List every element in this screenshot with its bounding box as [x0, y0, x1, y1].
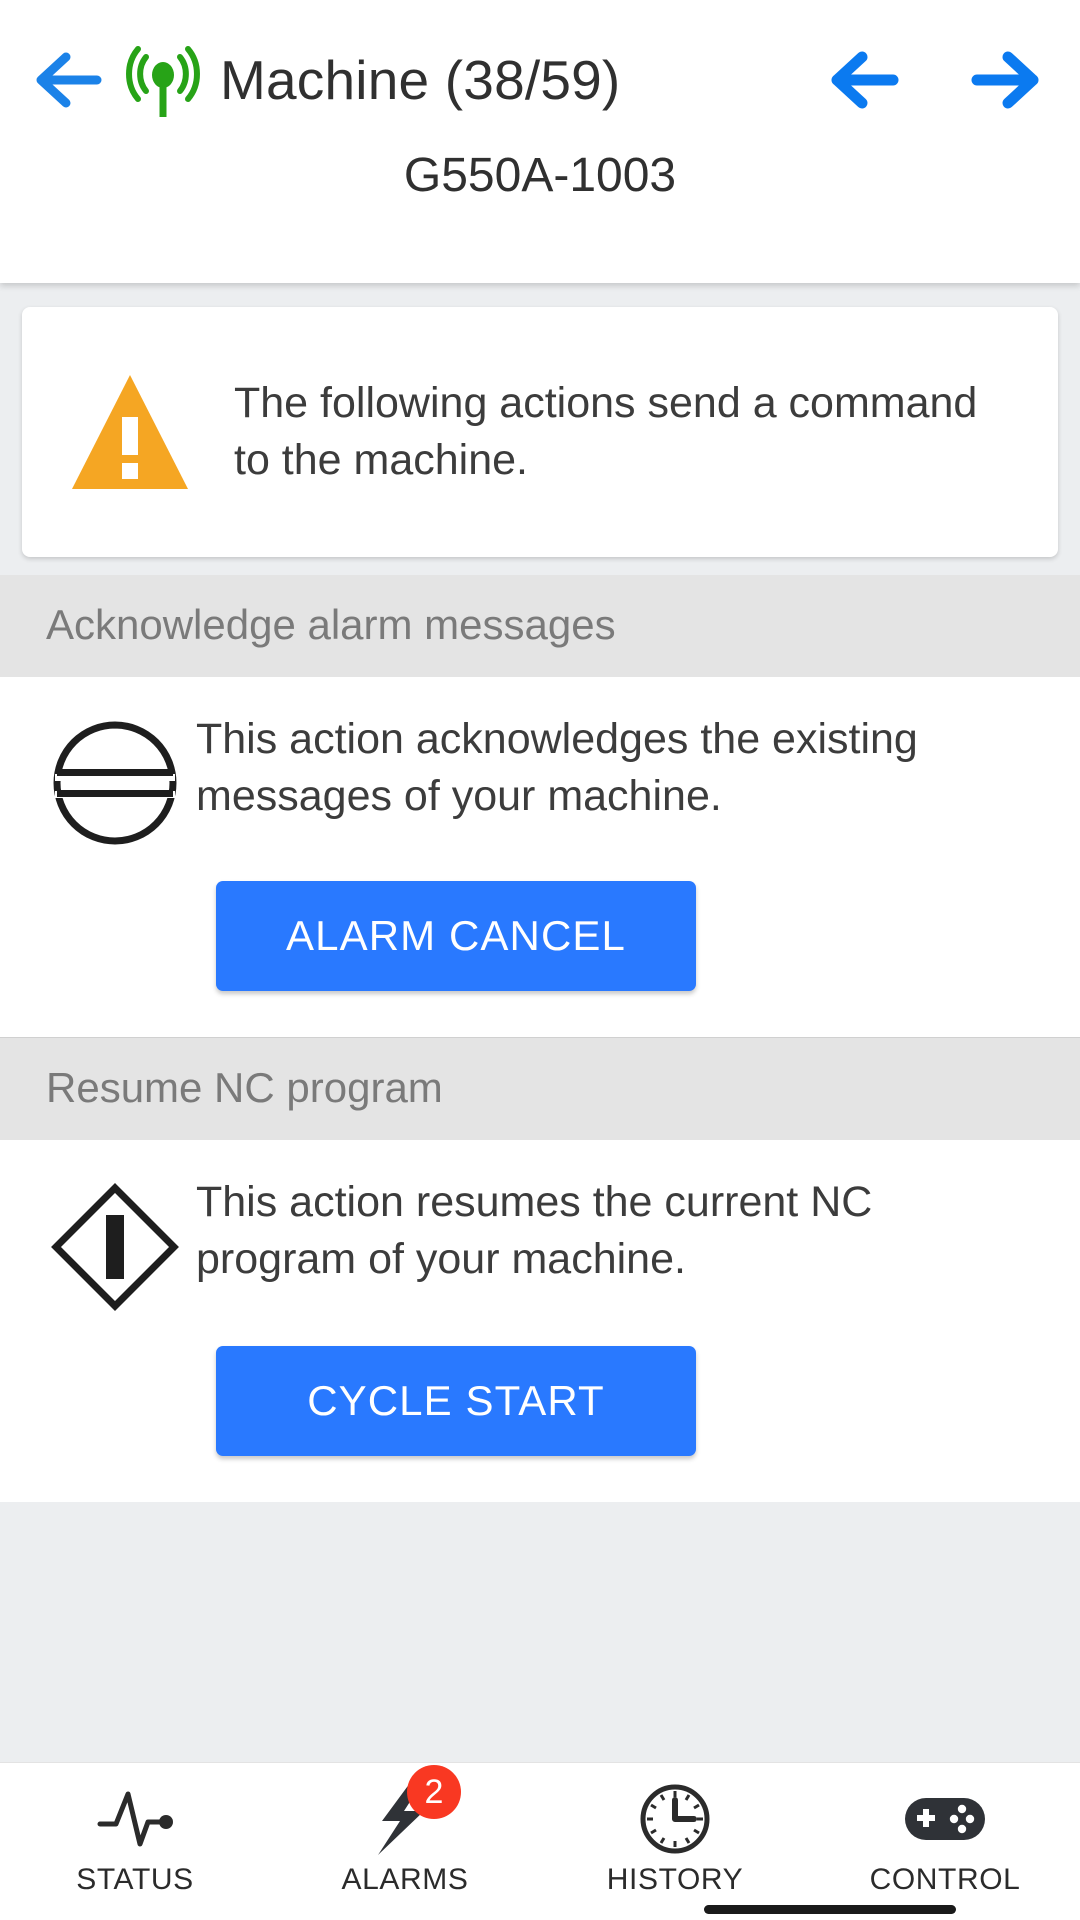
broadcast-antenna-icon [126, 46, 200, 117]
machine-identifier: G550A-1003 [403, 149, 677, 202]
bottom-navigation: STATUS 2 ALARMS HISTORY CONTROL [0, 1762, 1080, 1920]
tab-label-status: STATUS [76, 1863, 194, 1896]
action-row: This action resumes the current NC progr… [40, 1174, 1040, 1312]
action-row: This action acknowledges the existing me… [40, 711, 1040, 847]
gamepad-icon [905, 1798, 985, 1840]
tab-alarms[interactable]: 2 ALARMS [270, 1763, 540, 1897]
warning-card-wrapper: The following actions send a command to … [0, 283, 1080, 575]
warning-message: The following actions send a command to … [234, 378, 978, 484]
section-heading-resume-nc-program: Resume NC program [0, 1037, 1080, 1140]
previous-machine-button[interactable] [822, 37, 908, 123]
warning-card: The following actions send a command to … [22, 307, 1058, 557]
record-navigation [822, 37, 1048, 123]
clock-icon [640, 1784, 710, 1854]
action-block-cycle-start: This action resumes the current NC progr… [0, 1140, 1080, 1502]
content-area: The following actions send a command to … [0, 283, 1080, 1762]
home-indicator [704, 1905, 956, 1914]
back-button[interactable] [26, 37, 112, 123]
pulse-heartbeat-icon [97, 1791, 173, 1847]
history-icon-wrap [638, 1781, 712, 1857]
next-machine-button[interactable] [962, 37, 1048, 123]
arrow-left-icon [36, 52, 102, 108]
action-description: This action acknowledges the existing me… [196, 715, 918, 821]
status-icon-wrap [96, 1781, 174, 1857]
cycle-start-diamond-icon [51, 1183, 179, 1311]
tab-label-history: HISTORY [606, 1863, 744, 1896]
alarm-cancel-button[interactable]: ALARM CANCEL [216, 881, 696, 991]
empty-space [0, 1502, 1080, 1762]
app-header: Machine (38/59) G550A-1003 [0, 0, 1080, 283]
header-top-row: Machine (38/59) [0, 0, 1080, 160]
tab-history[interactable]: HISTORY [540, 1763, 810, 1897]
alarms-badge-count: 2 [407, 1765, 461, 1819]
alarm-cancel-circle-icon [53, 721, 177, 845]
button-row: CYCLE START [40, 1346, 1040, 1456]
arrow-right-icon [971, 51, 1039, 109]
tab-label-control: CONTROL [869, 1863, 1021, 1896]
cycle-start-button[interactable]: CYCLE START [216, 1346, 696, 1456]
page-title: Machine (38/59) [220, 49, 621, 111]
warning-triangle-icon [72, 375, 188, 489]
alarms-icon-wrap: 2 [374, 1765, 461, 1857]
app-screen: Machine (38/59) G550A-1003 The following… [0, 0, 1080, 1920]
header-title-group: Machine (38/59) [126, 39, 822, 121]
section-heading-acknowledge-alarm-messages: Acknowledge alarm messages [0, 575, 1080, 677]
tab-status[interactable]: STATUS [0, 1763, 270, 1897]
tab-label-alarms: ALARMS [341, 1863, 469, 1896]
arrow-left-icon [831, 51, 899, 109]
action-block-alarm-cancel: This action acknowledges the existing me… [0, 677, 1080, 1037]
control-icon-wrap [904, 1781, 986, 1857]
action-description: This action resumes the current NC progr… [196, 1178, 873, 1284]
button-row: ALARM CANCEL [40, 881, 1040, 991]
cycle-start-icon-wrap [40, 1174, 190, 1312]
tab-control[interactable]: CONTROL [810, 1763, 1080, 1897]
alarm-cancel-icon-wrap [40, 711, 190, 847]
